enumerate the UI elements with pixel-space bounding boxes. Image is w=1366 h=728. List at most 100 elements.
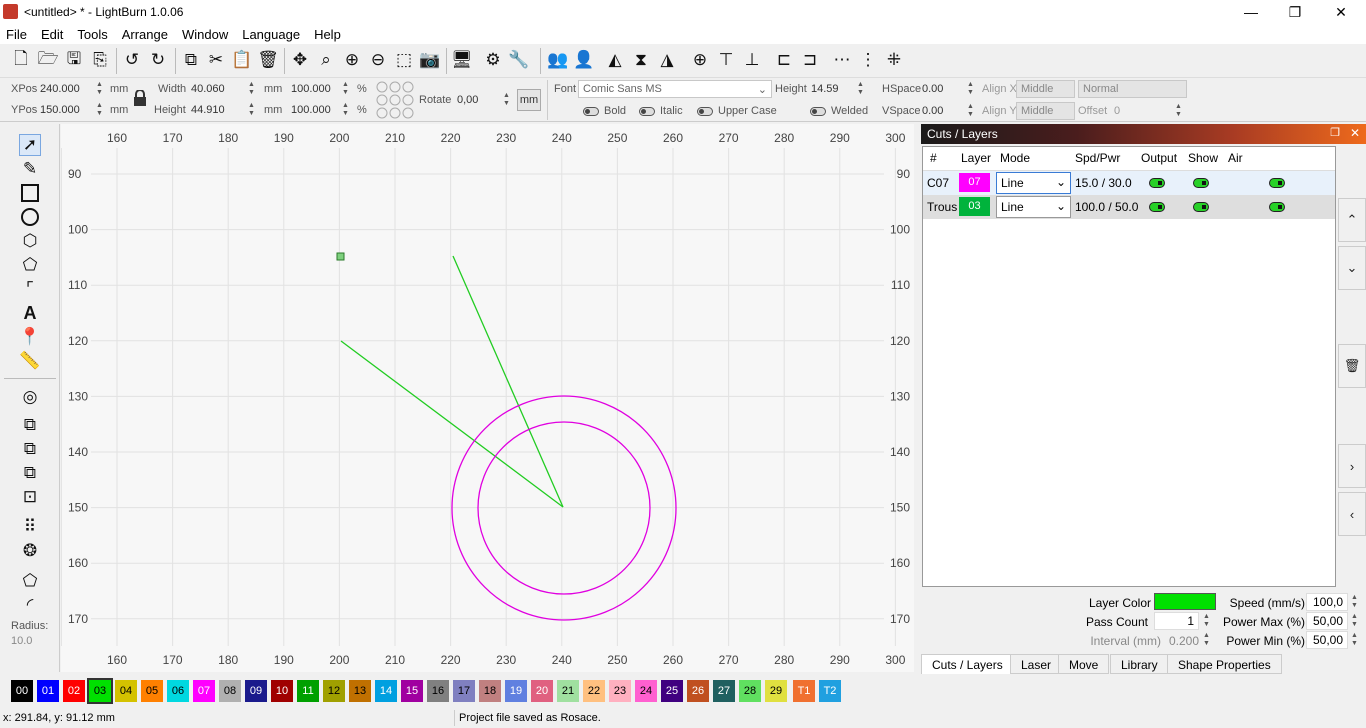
cut-icon[interactable]: ✂ (205, 49, 227, 71)
offset-shapes-icon[interactable]: ◎ (19, 386, 41, 408)
circular-array-icon[interactable]: ❂ (19, 540, 41, 562)
menu-language[interactable]: Language (236, 27, 306, 42)
flip-horizontal-icon[interactable]: ◭ (604, 49, 626, 71)
output-toggle[interactable] (1149, 178, 1165, 188)
palette-swatch-18[interactable]: 18 (479, 680, 501, 702)
tab-shape-properties[interactable]: Shape Properties (1167, 654, 1282, 674)
delete-icon[interactable]: 🗑 (257, 49, 279, 71)
palette-swatch-22[interactable]: 22 (583, 680, 605, 702)
mirror-icon[interactable]: ⧗ (630, 49, 652, 71)
interval-spinner[interactable]: ▲ ▼ (1202, 632, 1211, 648)
scale-height-input[interactable]: 100.000 (291, 104, 331, 116)
palette-swatch-27[interactable]: 27 (713, 680, 735, 702)
close-button[interactable]: ✕ (1318, 0, 1364, 24)
scale-height-spinner[interactable]: ▲ ▼ (341, 102, 350, 118)
tools-wrench-icon[interactable]: 🔧 (508, 49, 530, 71)
rotate-spinner[interactable]: ▲ ▼ (502, 92, 511, 108)
palette-swatch-29[interactable]: 29 (765, 680, 787, 702)
text-mode-select[interactable]: Normal (1078, 80, 1187, 98)
palette-swatch-11[interactable]: 11 (297, 680, 319, 702)
layer-swatch[interactable]: 03 (959, 197, 990, 216)
palette-swatch-00[interactable]: 00 (11, 680, 33, 702)
align-top-icon[interactable]: ⊤ (715, 49, 737, 71)
palette-swatch-06[interactable]: 06 (167, 680, 189, 702)
undo-icon[interactable]: ↺ (121, 49, 143, 71)
palette-swatch-23[interactable]: 23 (609, 680, 631, 702)
hspace-input[interactable]: 0.00 (922, 83, 943, 95)
ruler-icon[interactable]: 📏 (19, 350, 41, 372)
align-left-icon[interactable]: ⊏ (773, 49, 795, 71)
polygon-icon[interactable]: ⬡ (19, 230, 41, 252)
power-min-spinner[interactable]: ▲ ▼ (1350, 632, 1359, 648)
restore-button[interactable]: ❐ (1272, 0, 1318, 24)
air-toggle[interactable] (1269, 178, 1285, 188)
menu-arrange[interactable]: Arrange (116, 27, 174, 42)
position-marker-icon[interactable]: 📍 (19, 326, 41, 348)
minimize-button[interactable]: — (1228, 0, 1274, 24)
pentagon-icon[interactable]: ⬠ (19, 254, 41, 276)
speed-spinner[interactable]: ▲ ▼ (1350, 594, 1359, 610)
palette-swatch-13[interactable]: 13 (349, 680, 371, 702)
zoom-in-icon[interactable]: ⊕ (341, 49, 363, 71)
monitor-icon[interactable]: 🖥 (451, 49, 473, 71)
palette-swatch-16[interactable]: 16 (427, 680, 449, 702)
palette-swatch-20[interactable]: 20 (531, 680, 553, 702)
menu-tools[interactable]: Tools (71, 27, 113, 42)
table-row[interactable]: Trous 03 Line ⌄ 100.0 / 50.0 (923, 195, 1335, 219)
palette-swatch-T1[interactable]: T1 (793, 680, 815, 702)
upper-case-toggle[interactable] (697, 107, 713, 116)
move-together-icon[interactable]: ⁜ (883, 49, 905, 71)
align-x-select[interactable]: Middle (1016, 80, 1075, 98)
bold-toggle[interactable] (583, 107, 599, 116)
units-toggle-button[interactable]: mm (517, 89, 541, 111)
ellipse-icon[interactable] (19, 206, 41, 228)
mirror-across-icon[interactable]: ◮ (656, 49, 678, 71)
float-window-icon[interactable]: ❐ (1330, 126, 1340, 139)
pen-icon[interactable]: ✎ (19, 158, 41, 180)
align-right-icon[interactable]: ⊐ (799, 49, 821, 71)
offset-input[interactable]: 0 (1114, 105, 1120, 117)
open-folder-icon[interactable]: 🗁 (37, 49, 59, 71)
palette-swatch-09[interactable]: 09 (245, 680, 267, 702)
welded-toggle[interactable] (810, 107, 826, 116)
distribute-v-icon[interactable]: ⋮ (857, 49, 879, 71)
paste-icon[interactable]: 📋 (231, 49, 253, 71)
group-icon[interactable]: 👥 (547, 49, 569, 71)
show-toggle[interactable] (1193, 178, 1209, 188)
boolean-intersect-icon[interactable]: ⧉ (19, 462, 41, 484)
layer-swatch[interactable]: 07 (959, 173, 990, 192)
scale-width-spinner[interactable]: ▲ ▼ (341, 81, 350, 97)
rectangle-icon[interactable] (19, 182, 41, 204)
output-toggle[interactable] (1149, 202, 1165, 212)
power-min-input[interactable]: 50,00 (1306, 631, 1348, 649)
width-spinner[interactable]: ▲ ▼ (247, 81, 256, 97)
power-max-spinner[interactable]: ▲ ▼ (1350, 613, 1359, 629)
zoom-out-icon[interactable]: ⊖ (367, 49, 389, 71)
height-spinner[interactable]: ▲ ▼ (247, 102, 256, 118)
grid-array-icon[interactable]: ⠿ (19, 516, 41, 538)
copy-icon[interactable]: ⧉ (180, 49, 202, 71)
mode-select[interactable]: Line ⌄ (996, 196, 1071, 218)
show-toggle[interactable] (1193, 202, 1209, 212)
zoom-selection-icon[interactable]: ⌕ (315, 49, 337, 71)
hspace-spinner[interactable]: ▲ ▼ (966, 81, 975, 97)
palette-swatch-24[interactable]: 24 (635, 680, 657, 702)
radius-input[interactable]: 10.0 (11, 635, 32, 647)
xpos-spinner[interactable]: ▲ ▼ (95, 81, 104, 97)
palette-swatch-19[interactable]: 19 (505, 680, 527, 702)
mode-select[interactable]: Line ⌄ (996, 172, 1071, 194)
palette-swatch-26[interactable]: 26 (687, 680, 709, 702)
palette-swatch-14[interactable]: 14 (375, 680, 397, 702)
italic-toggle[interactable] (639, 107, 655, 116)
palette-swatch-01[interactable]: 01 (37, 680, 59, 702)
pass-count-input[interactable]: 1 (1154, 612, 1199, 630)
anchor-grid-icon[interactable] (375, 80, 415, 120)
palette-swatch-04[interactable]: 04 (115, 680, 137, 702)
camera-icon[interactable]: 📷 (419, 49, 441, 71)
palette-swatch-07[interactable]: 07 (193, 680, 215, 702)
text-tool-icon[interactable]: A (19, 302, 41, 324)
palette-swatch-25[interactable]: 25 (661, 680, 683, 702)
tab-library[interactable]: Library (1110, 654, 1169, 674)
save-icon[interactable]: 🖫 (63, 49, 85, 71)
palette-swatch-08[interactable]: 08 (219, 680, 241, 702)
